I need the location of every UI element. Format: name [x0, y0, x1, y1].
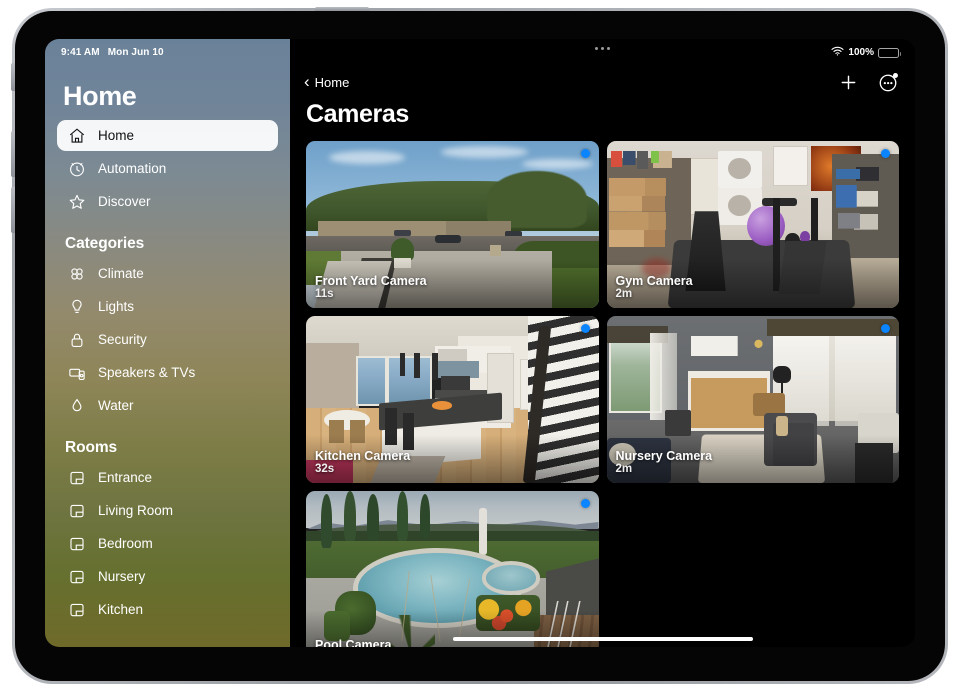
multitasking-dots[interactable] [290, 47, 915, 50]
camera-label: Front Yard Camera 11s [315, 274, 427, 302]
status-bar-date: Mon Jun 10 [108, 47, 164, 58]
ipad-screen: 9:41 AM Mon Jun 10 Home Home Automation [45, 39, 915, 647]
camera-name: Pool Camera [315, 638, 391, 647]
back-button[interactable]: ‹ Home [304, 74, 349, 90]
camera-name: Nursery Camera [616, 449, 713, 463]
camera-status-dot [881, 149, 890, 158]
sidebar-title: Home [57, 59, 278, 120]
camera-tile-kitchen[interactable]: Kitchen Camera 32s [306, 316, 599, 483]
room-icon [67, 600, 86, 619]
sidebar-item-kitchen[interactable]: Kitchen [57, 594, 278, 625]
room-icon [67, 534, 86, 553]
camera-timestamp: 32s [315, 463, 410, 477]
sidebar-item-label: Bedroom [98, 536, 153, 551]
clock-icon [67, 159, 86, 178]
lock-icon [67, 330, 86, 349]
sidebar-item-label: Home [98, 128, 134, 143]
house-icon [67, 126, 86, 145]
ipad-device-frame: 9:41 AM Mon Jun 10 Home Home Automation [12, 8, 948, 684]
sidebar-item-water[interactable]: Water [57, 390, 278, 421]
camera-grid: Front Yard Camera 11s [290, 141, 915, 647]
sidebar-item-label: Kitchen [98, 602, 143, 617]
camera-tile-pool[interactable]: Pool Camera [306, 491, 599, 647]
battery-icon [878, 48, 899, 58]
camera-tile-nursery[interactable]: Nursery Camera 2m [607, 316, 900, 483]
camera-status-dot [581, 149, 590, 158]
wifi-icon [831, 46, 844, 59]
speaker-tv-icon [67, 363, 86, 382]
status-bar-right: 100% [290, 39, 915, 61]
sidebar-item-label: Entrance [98, 470, 152, 485]
toolbar-actions [839, 72, 899, 93]
camera-status-dot [581, 499, 590, 508]
home-indicator[interactable] [453, 637, 753, 641]
sidebar-item-label: Discover [98, 194, 151, 209]
volume-up-button[interactable] [11, 131, 15, 177]
device-bezel: 9:41 AM Mon Jun 10 Home Home Automation [15, 11, 945, 681]
main-content: 100% ‹ Home [290, 39, 915, 647]
camera-label: Nursery Camera 2m [616, 449, 713, 477]
sidebar-item-label: Nursery [98, 569, 145, 584]
sidebar-item-lights[interactable]: Lights [57, 291, 278, 322]
camera-status-dot [881, 324, 890, 333]
sidebar-item-label: Living Room [98, 503, 173, 518]
camera-status-dot [581, 324, 590, 333]
lightbulb-icon [67, 297, 86, 316]
star-icon [67, 192, 86, 211]
fan-icon [67, 264, 86, 283]
sidebar-item-bedroom[interactable]: Bedroom [57, 528, 278, 559]
room-icon [67, 567, 86, 586]
sidebar-item-nursery[interactable]: Nursery [57, 561, 278, 592]
camera-name: Front Yard Camera [315, 274, 427, 288]
sidebar-item-label: Automation [98, 161, 166, 176]
more-circle-icon[interactable] [878, 72, 899, 93]
chevron-left-icon: ‹ [304, 73, 310, 90]
sidebar-item-automation[interactable]: Automation [57, 153, 278, 184]
status-indicators: 100% [831, 46, 899, 59]
status-bar-left: 9:41 AM Mon Jun 10 [57, 39, 278, 59]
sidebar-item-label: Security [98, 332, 147, 347]
sidebar-item-label: Climate [98, 266, 144, 281]
sidebar-item-climate[interactable]: Climate [57, 258, 278, 289]
volume-down-button[interactable] [11, 187, 15, 233]
water-drop-icon [67, 396, 86, 415]
camera-tile-gym[interactable]: Gym Camera 2m [607, 141, 900, 308]
plus-icon[interactable] [839, 73, 858, 92]
sidebar-item-label: Speakers & TVs [98, 365, 195, 380]
sidebar-item-label: Water [98, 398, 134, 413]
sidebar-item-entrance[interactable]: Entrance [57, 462, 278, 493]
room-icon [67, 468, 86, 487]
navigation-toolbar: ‹ Home [290, 61, 915, 98]
back-button-label: Home [315, 75, 350, 90]
camera-name: Kitchen Camera [315, 449, 410, 463]
sidebar-item-discover[interactable]: Discover [57, 186, 278, 217]
camera-label: Gym Camera 2m [616, 274, 693, 302]
status-bar-time: 9:41 AM [61, 47, 100, 58]
sidebar: 9:41 AM Mon Jun 10 Home Home Automation [45, 39, 290, 647]
camera-name: Gym Camera [616, 274, 693, 288]
sidebar-section-categories: Categories [57, 219, 278, 258]
camera-tile-front-yard[interactable]: Front Yard Camera 11s [306, 141, 599, 308]
battery-percent-label: 100% [848, 47, 874, 58]
camera-timestamp: 11s [315, 288, 427, 302]
room-icon [67, 501, 86, 520]
sidebar-item-speakers-tvs[interactable]: Speakers & TVs [57, 357, 278, 388]
sidebar-item-security[interactable]: Security [57, 324, 278, 355]
power-button[interactable] [315, 7, 369, 11]
camera-timestamp: 2m [616, 463, 713, 477]
camera-label: Pool Camera [315, 638, 391, 647]
page-title: Cameras [290, 98, 915, 141]
sidebar-section-rooms: Rooms [57, 423, 278, 462]
sidebar-item-label: Lights [98, 299, 134, 314]
camera-timestamp: 2m [616, 288, 693, 302]
device-button-nub [11, 63, 15, 91]
camera-label: Kitchen Camera 32s [315, 449, 410, 477]
sidebar-item-home[interactable]: Home [57, 120, 278, 151]
sidebar-item-living-room[interactable]: Living Room [57, 495, 278, 526]
